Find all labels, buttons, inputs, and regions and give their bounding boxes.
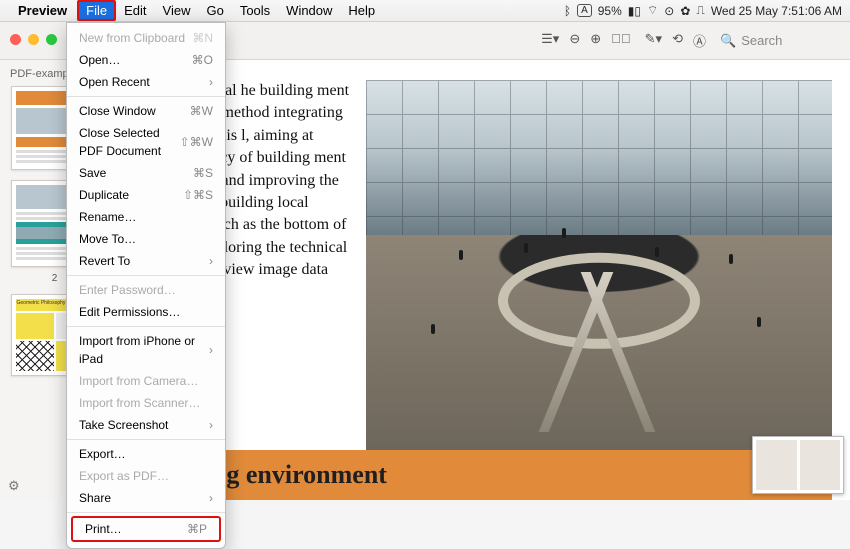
bluetooth-icon[interactable]: ᛒ [564,4,571,18]
highlight-icon[interactable]: ✎▾ [645,31,662,50]
rotate-icon[interactable]: ⟲ [672,31,683,50]
menu-window[interactable]: Window [278,1,340,20]
file-menu-item: Enter Password… [67,279,225,301]
status-icon-1[interactable]: ⊙ [664,4,674,18]
menu-go[interactable]: Go [198,1,231,20]
minimize-window-button[interactable] [28,34,39,45]
menu-help[interactable]: Help [340,1,383,20]
window-traffic-lights [10,34,57,45]
a-icon[interactable]: A [577,4,592,17]
file-menu-item[interactable]: Open Recent› [67,71,225,93]
status-icon-2[interactable]: ✿ [680,4,690,18]
section-banner: Building environment [130,450,832,500]
file-menu-item[interactable]: Take Screenshot› [67,414,225,436]
file-menu-item[interactable]: Close Window⌘W [67,100,225,122]
wifi-icon[interactable]: ⌔ [647,3,658,18]
file-menu-item[interactable]: Print…⌘P [73,518,219,540]
close-window-button[interactable] [10,34,21,45]
toolbar-icons: ☰▾ ⊖ ⊕ ⇧⃞ ✎▾ ⟲ Ⓐ 🔍 Search [541,31,840,50]
datetime[interactable]: Wed 25 May 7:51:06 AM [711,4,842,18]
share-icon[interactable]: ⇧⃞ [611,31,631,50]
file-menu-item: New from Clipboard⌘N [67,27,225,49]
architecture-photo [366,80,832,450]
file-menu-item[interactable]: Edit Permissions… [67,301,225,323]
file-menu-item: Import from Scanner… [67,392,225,414]
sidebar-gear-icon[interactable]: ⚙︎ [8,478,20,494]
sidebar-toggle-icon[interactable]: ☰▾ [541,31,559,50]
markup-icon[interactable]: Ⓐ [693,31,706,50]
file-menu-item: Export as PDF… [67,465,225,487]
menu-file[interactable]: File [77,0,116,21]
zoom-window-button[interactable] [46,34,57,45]
control-center-icon[interactable]: ⎍ [696,3,704,18]
file-menu-item[interactable]: Export… [67,443,225,465]
zoom-in-icon[interactable]: ⊕ [590,31,601,50]
file-menu-dropdown: New from Clipboard⌘NOpen…⌘OOpen Recent› C… [66,22,226,549]
macos-menubar: Preview File Edit View Go Tools Window H… [0,0,850,22]
toolbar-search[interactable]: 🔍 Search [720,31,840,50]
search-placeholder: Search [741,33,782,48]
file-menu-item[interactable]: Save⌘S [67,162,225,184]
battery-icon[interactable]: ▮▯ [628,4,641,18]
file-menu-item[interactable]: Share› [67,487,225,509]
file-menu-item[interactable]: Revert To› [67,250,225,272]
menu-edit[interactable]: Edit [116,1,154,20]
search-icon: 🔍 [720,33,736,49]
menubar-right: ᛒ A 95% ▮▯ ⌔ ⊙ ✿ ⎍ Wed 25 May 7:51:06 AM [564,3,842,18]
file-menu-item: Import from Camera… [67,370,225,392]
menu-tools[interactable]: Tools [232,1,278,20]
app-title: Preview [18,3,67,18]
file-menu-item[interactable]: Rename… [67,206,225,228]
file-menu-item[interactable]: Close Selected PDF Document⇧⌘W [67,122,225,162]
file-menu-item[interactable]: Import from iPhone or iPad› [67,330,225,370]
page-minimap[interactable] [752,436,844,494]
menu-view[interactable]: View [155,1,199,20]
file-menu-item[interactable]: Open…⌘O [67,49,225,71]
zoom-out-icon[interactable]: ⊖ [569,31,580,50]
file-menu-item[interactable]: Move To… [67,228,225,250]
battery-percentage: 95% [598,4,622,18]
file-menu-item[interactable]: Duplicate⇧⌘S [67,184,225,206]
